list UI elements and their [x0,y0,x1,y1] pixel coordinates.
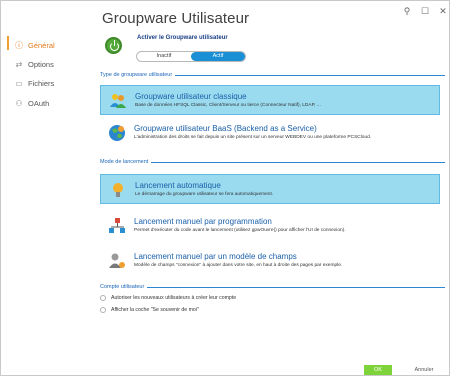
option-title: Groupware utilisateur BaaS (Backend as a… [134,124,317,133]
ok-button[interactable]: OK [364,365,392,375]
option-title: Lancement manuel par un modèle de champs [134,252,297,261]
power-icon [105,37,122,54]
option-title: Lancement manuel par programmation [134,217,272,226]
main-content: Activer le Groupware utilisateur Inactif… [96,1,449,375]
sidebar-item-label: OAuth [28,98,50,108]
sidebar-item-label: Options [28,59,54,69]
option-title: Lancement automatique [135,181,221,190]
sidebar-item-files[interactable]: ▭ Fichiers [15,75,54,91]
checkbox-box[interactable] [100,295,106,301]
active-nav-marker [7,36,9,50]
type-option-baas[interactable]: Groupware utilisateur BaaS (Backend as a… [100,118,440,148]
oauth-icon: ⚇ [15,98,23,108]
sidebar-item-options[interactable]: ⇄ Options [15,56,54,72]
checkbox-box[interactable] [100,307,106,313]
dialog-window: Groupware Utilisateur ⚲ ☐ ✕ ⓘ Général ⇄ … [0,0,450,376]
section-header-mode: Mode de lancement [100,159,445,165]
option-title: Groupware utilisateur classique [135,92,247,101]
checkbox-label: Afficher la coche "Se souvenir de moi" [111,307,199,313]
options-icon: ⇄ [15,59,23,69]
option-description: Permet d'exécuter du code avant le lance… [134,228,346,233]
diagram-icon [109,218,125,233]
checkbox-allow-signup[interactable]: Autoriser les nouveaux utilisateurs à cr… [100,295,236,301]
globe-icon [109,125,125,141]
checkbox-remember-me[interactable]: Afficher la coche "Se souvenir de moi" [100,307,199,313]
info-icon: ⓘ [15,40,23,50]
checkbox-label: Autoriser les nouveaux utilisateurs à cr… [111,295,237,301]
sidebar-item-oauth[interactable]: ⚇ OAuth [15,95,49,111]
users-icon [110,94,126,108]
cancel-button[interactable]: Annuler [407,365,441,375]
mode-option-programmatic[interactable]: Lancement manuel par programmation Perme… [100,211,440,241]
lightbulb-icon [113,183,123,197]
type-option-classic[interactable]: Groupware utilisateur classique Base de … [100,85,440,115]
activation-toggle[interactable]: Inactif Actif [136,51,246,62]
option-description: Le démarrage du groupware utilisateur se… [135,192,274,197]
sidebar-item-general[interactable]: ⓘ Général [15,37,55,53]
toggle-option-inactive[interactable]: Inactif [137,52,191,61]
user-gear-icon [109,253,125,268]
section-header-account: Compte utilisateur [100,284,445,290]
option-description: Modèle de champs "connexion" à ajouter d… [134,263,343,268]
section-header-type: Type de groupware utilisateur [100,72,445,78]
mode-option-template[interactable]: Lancement manuel par un modèle de champs… [100,246,440,276]
sidebar-item-label: Général [28,40,55,50]
option-description: L'administration des droits se fait depu… [134,135,372,140]
option-description: Base de données HFSQL Classic, Client/Se… [135,103,321,108]
mode-option-automatic[interactable]: Lancement automatique Le démarrage du gr… [100,174,440,204]
files-icon: ▭ [15,78,23,88]
toggle-option-active[interactable]: Actif [191,52,245,61]
sidebar-item-label: Fichiers [28,78,55,88]
activation-label: Activer le Groupware utilisateur [137,35,228,41]
